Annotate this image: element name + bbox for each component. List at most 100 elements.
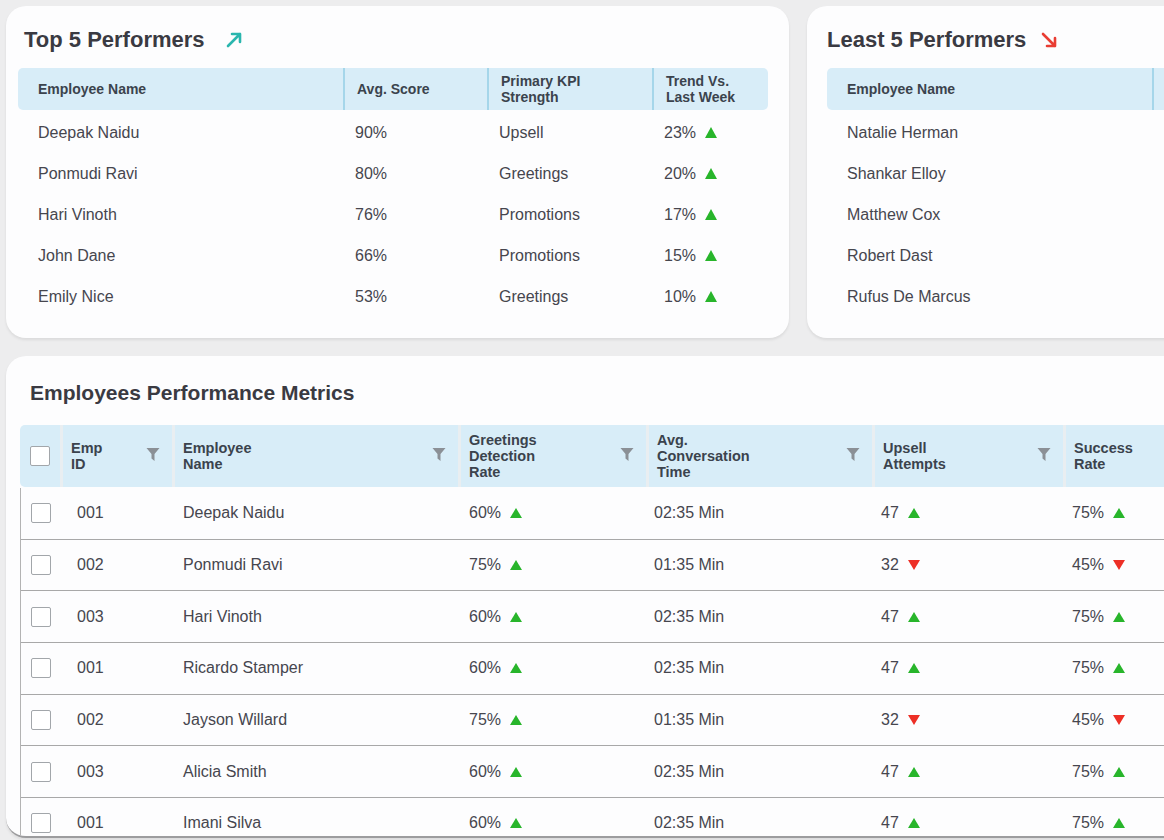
select-all-checkbox[interactable] bbox=[30, 446, 50, 466]
avg-conversation-time: 01:35 Min bbox=[647, 556, 873, 574]
upsell-attempts: 32 bbox=[873, 711, 1064, 729]
down-right-arrow-icon bbox=[1038, 29, 1060, 51]
metrics-row: 001Deepak Naidu60%02:35 Min4775% bbox=[21, 488, 1164, 540]
col-trend: Trend Vs. Last Week bbox=[652, 68, 768, 110]
top-performer-row: Ponmudi Ravi80%Greetings20% bbox=[18, 153, 768, 194]
greetings-rate: 75% bbox=[459, 556, 647, 574]
employee-name: Hari Vinoth bbox=[18, 206, 343, 224]
trend-up-icon bbox=[510, 508, 522, 518]
trend-value: 15% bbox=[652, 247, 768, 265]
trend-up-icon bbox=[908, 663, 920, 673]
col-next bbox=[1152, 68, 1164, 110]
least-performer-row: Robert Dast bbox=[827, 236, 1164, 277]
col-primary-kpi: Primary KPI Strength bbox=[487, 68, 652, 110]
checkbox-cell bbox=[21, 762, 61, 782]
employee-name: Ponmudi Ravi bbox=[18, 165, 343, 183]
top-performer-row: Deepak Naidu90%Upsell23% bbox=[18, 112, 768, 153]
employees-metrics-card: Employees Performance Metrics Emp ID Emp… bbox=[6, 356, 1164, 838]
avg-conversation-time: 02:35 Min bbox=[647, 659, 873, 677]
primary-kpi: Greetings bbox=[487, 165, 652, 183]
trend-up-icon bbox=[1113, 818, 1125, 828]
least-performers-body: Natalie HermanShankar ElloyMatthew CoxRo… bbox=[827, 112, 1164, 318]
least-performer-row: Rufus De Marcus bbox=[827, 277, 1164, 318]
top-performer-row: Hari Vinoth76%Promotions17% bbox=[18, 194, 768, 235]
greetings-rate: 60% bbox=[459, 504, 647, 522]
least-performers-title-text: Least 5 Performers bbox=[827, 25, 1026, 55]
success-rate: 75% bbox=[1064, 814, 1164, 832]
trend-down-icon bbox=[1113, 715, 1125, 725]
employee-name: Hari Vinoth bbox=[173, 608, 459, 626]
filter-icon[interactable] bbox=[432, 447, 446, 465]
metrics-row: 003Hari Vinoth60%02:35 Min4775% bbox=[21, 591, 1164, 643]
least-performer-row: Natalie Herman bbox=[827, 112, 1164, 153]
trend-value: 17% bbox=[652, 206, 768, 224]
avg-score: 90% bbox=[343, 124, 487, 142]
metrics-row: 003Alicia Smith60%02:35 Min4775% bbox=[21, 746, 1164, 798]
col-employee-name: Employee Name bbox=[18, 68, 343, 110]
least-performers-header: Employee Name bbox=[827, 68, 1164, 110]
upsell-attempts: 47 bbox=[873, 659, 1064, 677]
primary-kpi: Promotions bbox=[487, 247, 652, 265]
trend-down-icon bbox=[908, 715, 920, 725]
trend-value: 20% bbox=[652, 165, 768, 183]
employee-name: Matthew Cox bbox=[847, 206, 940, 224]
avg-conversation-time: 02:35 Min bbox=[647, 608, 873, 626]
employee-name: Imani Silva bbox=[173, 814, 459, 832]
greetings-rate: 60% bbox=[459, 659, 647, 677]
avg-score: 76% bbox=[343, 206, 487, 224]
trend-up-icon bbox=[510, 715, 522, 725]
metrics-row: 002Jayson Willard75%01:35 Min3245% bbox=[21, 695, 1164, 747]
avg-conversation-time: 02:35 Min bbox=[647, 763, 873, 781]
metrics-body: 001Deepak Naidu60%02:35 Min4775%002Ponmu… bbox=[20, 488, 1164, 838]
emp-id: 002 bbox=[61, 711, 173, 729]
greetings-rate: 60% bbox=[459, 763, 647, 781]
row-checkbox[interactable] bbox=[31, 555, 51, 575]
filter-icon[interactable] bbox=[146, 447, 160, 465]
trend-down-icon bbox=[1113, 560, 1125, 570]
least-performers-title: Least 5 Performers bbox=[827, 25, 1164, 55]
least-performers-card: Least 5 Performers Employee Name Natalie… bbox=[807, 6, 1164, 338]
trend-up-icon bbox=[908, 508, 920, 518]
row-checkbox[interactable] bbox=[31, 658, 51, 678]
filter-icon[interactable] bbox=[620, 447, 634, 465]
trend-up-icon bbox=[510, 818, 522, 828]
top-performer-row: John Dane66%Promotions15% bbox=[18, 236, 768, 277]
dashboard-page: Top 5 Performers Employee Name Avg. Scor… bbox=[0, 0, 1164, 840]
emp-id: 002 bbox=[61, 556, 173, 574]
filter-icon[interactable] bbox=[846, 447, 860, 465]
filter-icon[interactable] bbox=[1037, 447, 1051, 465]
emp-id: 003 bbox=[61, 763, 173, 781]
row-checkbox[interactable] bbox=[31, 607, 51, 627]
emp-id: 001 bbox=[61, 659, 173, 677]
success-rate: 45% bbox=[1064, 711, 1164, 729]
employee-name: Robert Dast bbox=[847, 247, 932, 265]
success-rate: 75% bbox=[1064, 608, 1164, 626]
greetings-rate: 75% bbox=[459, 711, 647, 729]
employee-name: Alicia Smith bbox=[173, 763, 459, 781]
success-rate: 75% bbox=[1064, 504, 1164, 522]
trend-up-icon bbox=[908, 767, 920, 777]
success-rate: 75% bbox=[1064, 763, 1164, 781]
greetings-rate: 60% bbox=[459, 814, 647, 832]
metrics-row: 001Ricardo Stamper60%02:35 Min4775% bbox=[21, 643, 1164, 695]
top-performer-row: Emily Nice53%Greetings10% bbox=[18, 277, 768, 318]
checkbox-cell bbox=[21, 813, 61, 833]
trend-up-icon bbox=[705, 168, 717, 179]
success-rate: 45% bbox=[1064, 556, 1164, 574]
row-checkbox[interactable] bbox=[31, 813, 51, 833]
checkbox-cell bbox=[21, 607, 61, 627]
trend-up-icon bbox=[1113, 612, 1125, 622]
row-checkbox[interactable] bbox=[31, 710, 51, 730]
col-greetings-rate: Greetings Detection Rate bbox=[458, 425, 646, 487]
trend-value: 10% bbox=[652, 288, 768, 306]
trend-up-icon bbox=[510, 560, 522, 570]
top-performers-title-text: Top 5 Performers bbox=[24, 25, 205, 55]
avg-score: 53% bbox=[343, 288, 487, 306]
top-performers-body: Deepak Naidu90%Upsell23%Ponmudi Ravi80%G… bbox=[18, 112, 768, 318]
row-checkbox[interactable] bbox=[31, 503, 51, 523]
employee-name: Natalie Herman bbox=[847, 124, 958, 142]
upsell-attempts: 47 bbox=[873, 814, 1064, 832]
row-checkbox[interactable] bbox=[31, 762, 51, 782]
employee-name: Jayson Willard bbox=[173, 711, 459, 729]
employees-metrics-title: Employees Performance Metrics bbox=[30, 380, 1164, 406]
